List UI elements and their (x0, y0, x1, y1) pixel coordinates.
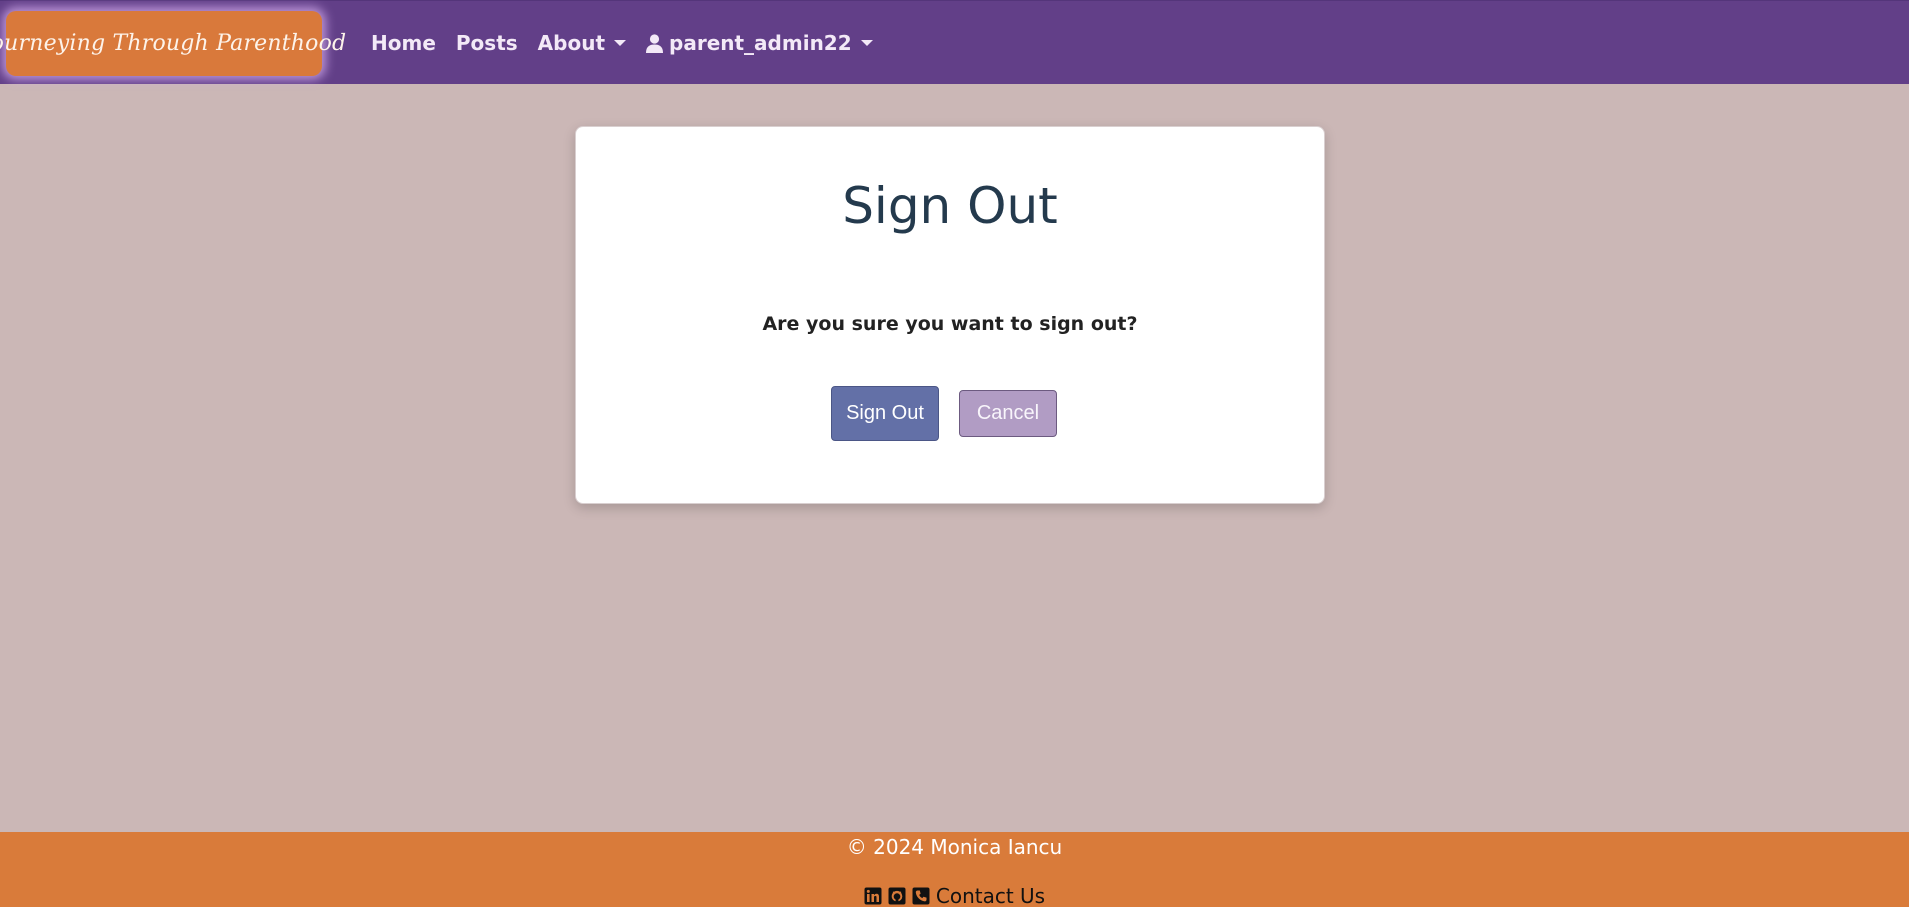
nav-links: Home Posts About parent_admin22 (371, 1, 893, 85)
nav-dropdown-about[interactable]: About (537, 31, 627, 55)
navbar: Journeying Through Parenthood Home Posts… (0, 0, 1909, 84)
nav-dropdown-user[interactable]: parent_admin22 (646, 31, 873, 55)
nav-dropdown-about-label: About (537, 31, 606, 55)
page-title: Sign Out (842, 177, 1058, 235)
nav-link-home-label: Home (371, 31, 436, 55)
nav-link-home[interactable]: Home (371, 31, 436, 55)
cancel-button[interactable]: Cancel (959, 390, 1057, 437)
github-icon[interactable] (888, 887, 906, 905)
linkedin-icon[interactable] (864, 887, 882, 905)
nav-link-posts[interactable]: Posts (456, 31, 518, 55)
user-icon (646, 33, 664, 53)
contact-us-link[interactable]: Contact Us (936, 884, 1045, 907)
copyright-text: © 2024 Monica Iancu (846, 835, 1063, 859)
phone-icon[interactable] (912, 887, 930, 905)
nav-dropdown-user-label: parent_admin22 (669, 31, 852, 55)
sign-out-button[interactable]: Sign Out (831, 386, 939, 441)
chevron-down-icon (860, 40, 873, 46)
signout-card: Sign Out Are you sure you want to sign o… (575, 126, 1325, 504)
confirmation-text: Are you sure you want to sign out? (762, 313, 1138, 335)
brand-logo[interactable]: Journeying Through Parenthood (0, 11, 346, 76)
footer: © 2024 Monica Iancu Contact Us (0, 832, 1909, 907)
footer-links: Contact Us (0, 884, 1909, 907)
nav-link-posts-label: Posts (455, 31, 518, 55)
chevron-down-icon (614, 40, 627, 46)
